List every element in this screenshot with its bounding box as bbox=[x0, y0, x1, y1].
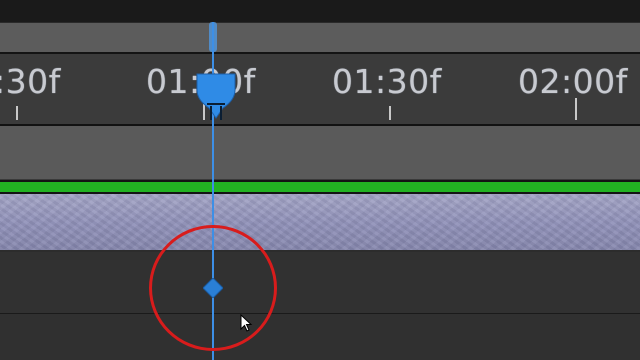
ruler-label-30f: :30f bbox=[0, 62, 61, 101]
ruler-tick bbox=[575, 98, 577, 120]
ruler-label-01-30f: 01:30f bbox=[332, 62, 442, 101]
render-range-bar bbox=[0, 180, 640, 194]
ruler-tick bbox=[16, 106, 18, 120]
keyframe-track[interactable] bbox=[0, 252, 640, 314]
layer-duration-bar[interactable] bbox=[0, 194, 640, 252]
ruler-tick bbox=[389, 106, 391, 120]
comp-button-band bbox=[0, 126, 640, 180]
ruler-label-02-00f: 02:00f bbox=[518, 62, 628, 101]
property-track[interactable] bbox=[0, 314, 640, 360]
mouse-pointer-icon bbox=[240, 314, 253, 332]
playhead-head-icon[interactable] bbox=[193, 70, 239, 122]
top-panel-strip bbox=[0, 0, 640, 22]
time-ruler[interactable]: :30f 01:00f 01:30f 02:00f bbox=[0, 54, 640, 126]
layer-bar-texture bbox=[0, 194, 640, 250]
work-area-bar[interactable] bbox=[0, 22, 640, 54]
highlight-circle bbox=[149, 225, 277, 351]
